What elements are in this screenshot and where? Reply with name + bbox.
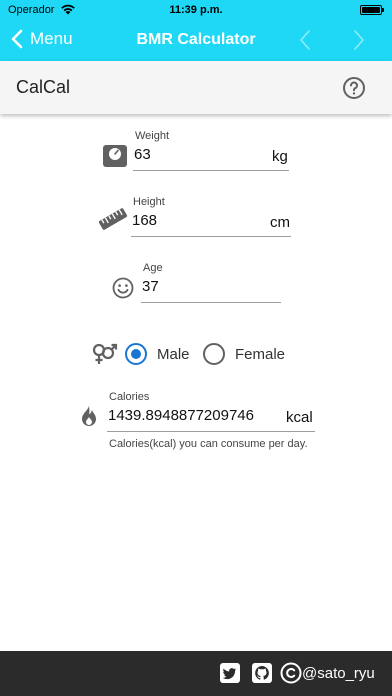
radio-male-label: Male [157,345,190,363]
scale-icon [103,145,127,167]
battery-icon [360,5,384,15]
smiley-face-icon [112,277,134,299]
radio-female[interactable]: Female [203,343,285,365]
calories-hint: Calories(kcal) you can consume per day. [109,438,308,450]
gender-symbol-icon [92,343,118,364]
status-time: 11:39 p.m. [169,4,223,16]
weight-input[interactable] [134,146,264,163]
back-button-label: Menu [30,29,73,48]
next-arrow-icon[interactable] [352,29,366,51]
height-unit: cm [270,214,290,231]
previous-arrow-icon[interactable] [298,29,312,51]
app-name: CalCal [16,77,71,97]
radio-male[interactable]: Male [125,343,190,365]
height-label: Height [133,196,165,208]
back-button[interactable]: Menu [10,29,73,49]
age-label: Age [143,262,163,274]
calories-unit: kcal [286,409,313,426]
top-bar: Operador 11:39 p.m. Menu BMR Calculator [0,0,392,61]
radio-female-label: Female [235,345,286,363]
height-underline [131,236,291,237]
age-input[interactable] [142,278,272,295]
github-icon[interactable] [251,662,273,684]
author-handle: @sato_ryu [302,665,375,682]
radio-female-circle [203,343,225,365]
ruler-icon [98,208,128,230]
flame-icon [82,405,96,426]
weight-underline [133,170,289,171]
radio-male-circle [125,343,147,365]
calories-output[interactable] [108,407,280,424]
twitter-icon[interactable] [219,662,241,684]
height-input[interactable] [132,212,262,229]
navigation-bar: Menu BMR Calculator [0,20,392,61]
help-icon[interactable] [342,76,366,100]
chevron-left-icon [11,29,23,49]
status-bar: Operador 11:39 p.m. [0,0,392,20]
weight-unit: kg [272,148,288,165]
bmr-calculator-screen: Operador 11:39 p.m. Menu BMR Calculator [0,0,392,696]
calories-underline [107,431,315,432]
footer-bar: @sato_ryu [0,651,392,696]
calories-label: Calories [109,391,150,403]
weight-label: Weight [135,130,170,142]
age-underline [141,302,281,303]
copyright-icon [280,662,302,684]
app-header: CalCal [0,61,392,114]
